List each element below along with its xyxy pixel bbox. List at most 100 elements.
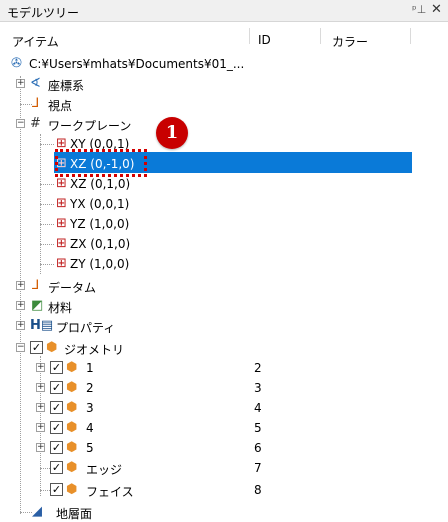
material-icon: ◩ — [31, 298, 44, 313]
geometry-item[interactable]: + ✓ ⬢ 4 5 — [0, 418, 448, 438]
tree-item-datum[interactable]: + ⅃ データム — [0, 276, 448, 296]
tree-root-label: C:¥Users¥mhats¥Documents¥01_... — [29, 57, 245, 71]
coordinate-system-icon: ∢ — [30, 76, 41, 91]
geometry-item-label: 1 — [86, 361, 94, 375]
column-separator[interactable] — [320, 28, 321, 44]
visibility-checkbox[interactable]: ✓ — [50, 361, 63, 374]
expand-icon[interactable]: + — [16, 321, 25, 330]
geometry-item[interactable]: ✓ ⬢ フェイス 8 — [0, 480, 448, 500]
tree-item-label: ジオメトリ — [64, 343, 125, 357]
column-item[interactable]: アイテム — [12, 33, 59, 50]
geometry-item-label: フェイス — [86, 485, 134, 499]
plane-icon: ⊞ — [56, 196, 67, 211]
collapse-icon[interactable]: − — [16, 343, 25, 352]
plane-icon: ⊞ — [56, 236, 67, 251]
tree-line — [20, 512, 32, 513]
tree-item-viewpoint[interactable]: ⅃ 視点 — [0, 94, 448, 114]
column-separator[interactable] — [249, 28, 250, 44]
panel-titlebar: モデルツリー ᵖ⊥ ✕ — [0, 0, 448, 22]
cube-icon: ⬢ — [66, 420, 78, 435]
expand-icon[interactable]: + — [36, 363, 45, 372]
tree-item-label: データム — [48, 281, 97, 295]
expand-icon[interactable]: + — [36, 423, 45, 432]
visibility-checkbox[interactable]: ✓ — [50, 401, 63, 414]
visibility-checkbox[interactable]: ✓ — [30, 341, 43, 354]
tree-item-workplane[interactable]: − # ワークプレーン — [0, 114, 448, 134]
plane-label: XZ (0,1,0) — [70, 177, 131, 191]
tree-item-label: プロパティ — [56, 321, 116, 335]
cube-icon: ⬢ — [66, 380, 78, 395]
cube-icon: ⬢ — [66, 440, 78, 455]
tree-item-label: 地層面 — [56, 507, 93, 521]
tree-line — [40, 244, 54, 245]
cube-icon: ⬢ — [66, 482, 78, 497]
geometry-item[interactable]: + ✓ ⬢ 5 6 — [0, 438, 448, 458]
close-icon[interactable]: ✕ — [431, 2, 442, 17]
visibility-checkbox[interactable]: ✓ — [50, 381, 63, 394]
geometry-item[interactable]: ✓ ⬢ エッジ 7 — [0, 458, 448, 478]
tree-line — [20, 104, 32, 105]
geometry-item-label: 4 — [86, 421, 94, 435]
tree-root[interactable]: ✇ C:¥Users¥mhats¥Documents¥01_... — [0, 54, 448, 74]
geometry-item-id: 5 — [254, 421, 262, 435]
tree-line — [40, 468, 50, 469]
visibility-checkbox[interactable]: ✓ — [50, 461, 63, 474]
geometry-item[interactable]: + ✓ ⬢ 2 3 — [0, 378, 448, 398]
visibility-checkbox[interactable]: ✓ — [50, 421, 63, 434]
geometry-item-id: 7 — [254, 461, 262, 475]
tree-item-geometry[interactable]: − ✓ ⬢ ジオメトリ — [0, 338, 448, 358]
plane-item[interactable]: ⊞ ZY (1,0,0) — [0, 254, 448, 274]
expand-icon[interactable]: + — [16, 79, 25, 88]
axis-icon: ⅃ — [32, 278, 40, 293]
visibility-checkbox[interactable]: ✓ — [50, 483, 63, 496]
expand-icon[interactable]: + — [36, 383, 45, 392]
panel-title: モデルツリー — [7, 6, 80, 20]
tree-item-label: 視点 — [48, 99, 73, 113]
geometry-item[interactable]: + ✓ ⬢ 1 2 — [0, 358, 448, 378]
tree-item-material[interactable]: + ◩ 材料 — [0, 296, 448, 316]
tree-item-coord[interactable]: + ∢ 座標系 — [0, 74, 448, 94]
tree-item-label: 材料 — [48, 301, 73, 315]
cube-icon: ⬢ — [66, 460, 78, 475]
plane-item[interactable]: ⊞ XZ (0,1,0) — [0, 174, 448, 194]
tree-line — [40, 184, 54, 185]
geometry-item-label: 5 — [86, 441, 94, 455]
expand-icon[interactable]: + — [16, 281, 25, 290]
step-number-badge: 1 — [156, 117, 188, 149]
column-id[interactable]: ID — [258, 33, 271, 47]
geometry-item-id: 6 — [254, 441, 262, 455]
tree-line — [40, 224, 54, 225]
expand-icon[interactable]: + — [36, 403, 45, 412]
geometry-item[interactable]: + ✓ ⬢ 3 4 — [0, 398, 448, 418]
pin-icon[interactable]: ᵖ⊥ — [412, 3, 426, 16]
tree-item-ground[interactable]: ◢ 地層面 — [0, 502, 448, 522]
axis-icon: ⅃ — [32, 96, 40, 111]
grid-icon: # — [30, 116, 41, 131]
plane-icon: ⊞ — [56, 176, 67, 191]
plane-item[interactable]: ⊞ ZX (0,1,0) — [0, 234, 448, 254]
tree-item-property[interactable]: + H▤ プロパティ — [0, 316, 448, 336]
column-color[interactable]: カラー — [332, 33, 368, 50]
cube-icon: ⬢ — [66, 400, 78, 415]
file-icon: ✇ — [11, 56, 22, 71]
expand-icon[interactable]: + — [16, 301, 25, 310]
geometry-item-label: 2 — [86, 381, 94, 395]
visibility-checkbox[interactable]: ✓ — [50, 441, 63, 454]
highlight-callout-box — [55, 149, 147, 177]
plane-item[interactable]: ⊞ YX (0,0,1) — [0, 194, 448, 214]
cube-icon: ⬢ — [46, 340, 58, 355]
plane-label: YX (0,0,1) — [70, 197, 130, 211]
tree-column-header: アイテム ID カラー — [0, 26, 448, 50]
expand-icon[interactable]: + — [36, 443, 45, 452]
column-separator[interactable] — [410, 28, 411, 44]
geometry-item-id: 4 — [254, 401, 262, 415]
geometry-item-id: 3 — [254, 381, 262, 395]
geometry-item-id: 2 — [254, 361, 262, 375]
plane-label: ZX (0,1,0) — [70, 237, 131, 251]
plane-item[interactable]: ⊞ YZ (1,0,0) — [0, 214, 448, 234]
tree-line — [40, 490, 50, 491]
collapse-icon[interactable]: − — [16, 119, 25, 128]
tree-line — [40, 264, 54, 265]
plane-label: YZ (1,0,0) — [70, 217, 130, 231]
plane-icon: ⊞ — [56, 216, 67, 231]
